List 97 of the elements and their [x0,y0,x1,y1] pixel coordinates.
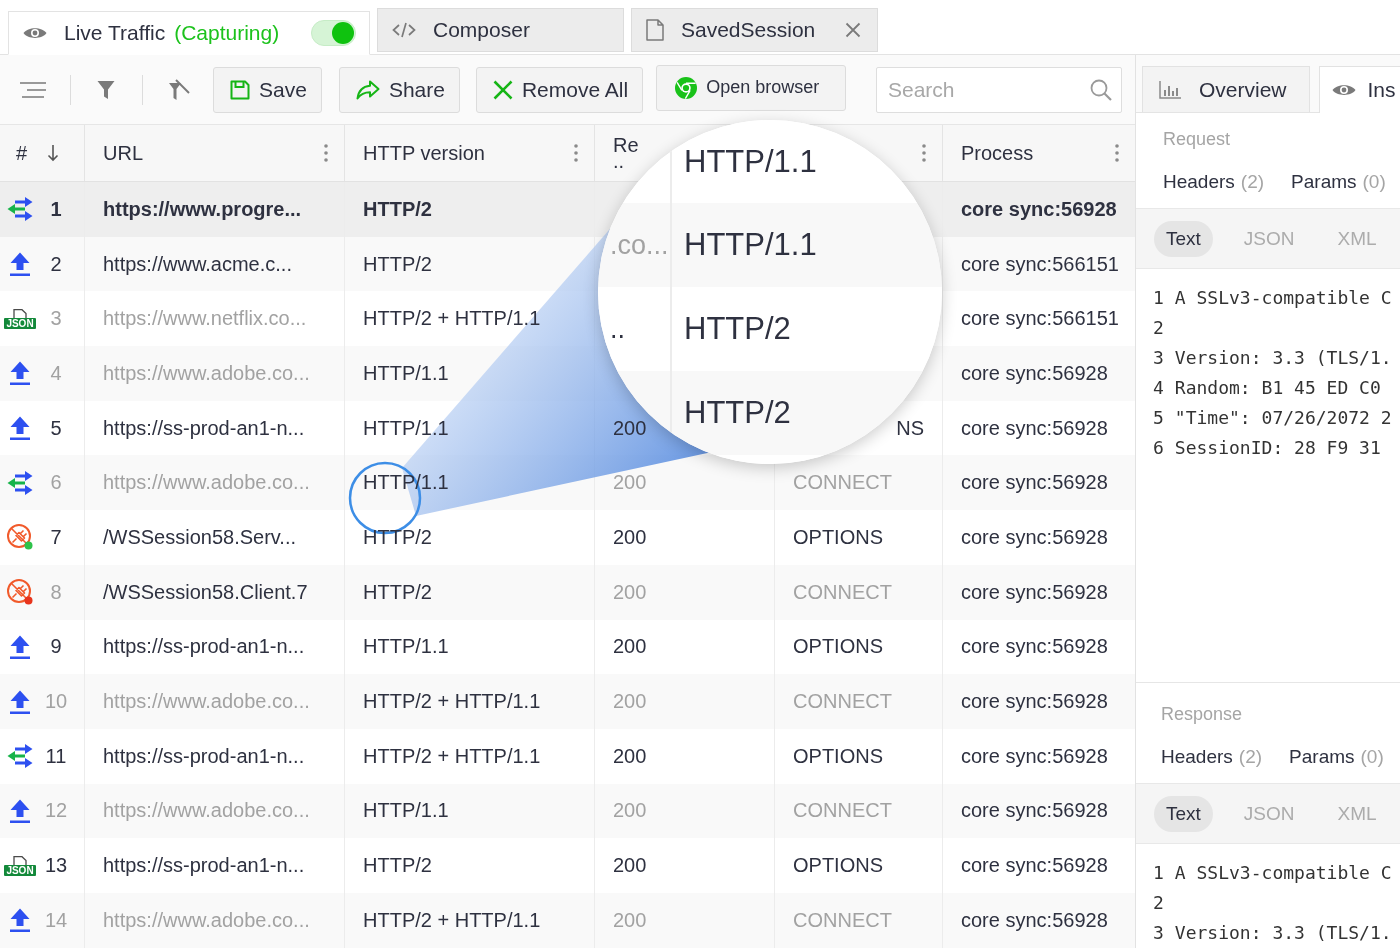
table-cell: HTTP/1.1 [363,799,449,823]
section-title: Request [1163,128,1232,151]
table-cell: https://ss-prod-an1-n... [103,416,305,440]
table-cell: CONNECT [793,471,892,495]
row-number: 1 [49,197,63,221]
table-cell: HTTP/2 [363,854,432,878]
row-number: 9 [49,635,63,659]
row-number: 10 [43,690,69,714]
table-cell: https://www.progre... [103,197,302,221]
row-number: 14 [43,908,69,932]
table-cell: 200 [613,525,647,549]
table-cell: HTTP/2 + HTTP/1.1 [363,690,541,714]
table-cell: core sync:56928 [961,744,1108,768]
table-cell: core sync:56928 [961,361,1108,385]
table-cell: core sync:56928 [961,854,1108,878]
section-title: Response [1161,703,1244,726]
table-cell: OPTIONS [793,854,883,878]
table-cell: 200 [613,799,647,823]
table-cell: https://ss-prod-an1-n... [103,854,305,878]
code-text: Version: 3.3 (TLS/1. [1174,921,1392,945]
row-number: 8 [49,580,63,604]
table-cell: https://www.adobe.co... [103,799,310,823]
table-cell: core sync:566151 [961,307,1119,331]
table-cell: https://www.adobe.co... [103,908,310,932]
table-cell: 200 [613,908,647,932]
code-text: "Time": 07/26/2072 2 [1174,406,1392,430]
table-cell: NS [896,416,924,440]
table-cell: HTTP/2 [363,197,432,221]
table-cell: 200 [613,580,647,604]
code-text: A SSLv3-compatible C [1174,286,1392,310]
table-cell: https://www.adobe.co... [103,361,310,385]
table-cell: core sync:56928 [961,197,1117,221]
table-cell: /WSSession58.Client.7 [103,580,308,604]
table-cell: HTTP/1.1 [363,416,449,440]
table-cell: 200 [613,471,647,495]
table-cell: OPTIONS [793,525,883,549]
table-cell: 200 [613,416,647,440]
magnified-text: HTTP/2 [684,311,791,347]
table-cell: CONNECT [793,908,892,932]
table-cell: core sync:56928 [961,416,1108,440]
table-cell: https://www.adobe.co... [103,471,310,495]
table-cell: CONNECT [793,690,892,714]
table-cell: OPTIONS [793,744,883,768]
line-number: 2 [1153,316,1164,340]
table-cell: HTTP/2 + HTTP/1.1 [363,307,541,331]
line-number: 4 [1153,376,1164,400]
table-cell: core sync:56928 [961,580,1108,604]
table-cell: 200 [613,690,647,714]
line-number: 6 [1153,436,1164,460]
row-number: 4 [49,361,63,385]
table-cell: core sync:56928 [961,690,1108,714]
line-number: 5 [1153,406,1164,430]
row-number: 13 [43,854,69,878]
table-cell: HTTP/2 [363,525,432,549]
code-text: A SSLv3-compatible C [1174,861,1392,885]
table-cell: HTTP/1.1 [363,361,449,385]
table-cell: core sync:56928 [961,908,1108,932]
line-number: 3 [1153,921,1164,945]
table-cell: 200 [613,744,647,768]
row-number: 3 [49,307,63,331]
table-cell: 200 [613,854,647,878]
row-number: 7 [49,525,63,549]
table-cell: HTTP/2 [363,252,432,276]
table-cell: core sync:56928 [961,471,1108,495]
table-cell: https://www.adobe.co... [103,690,310,714]
table-cell: https://www.netflix.co... [103,307,307,331]
table-cell: OPTIONS [793,635,883,659]
table-cell: 200 [613,635,647,659]
code-text: Random: B1 45 ED C0 [1174,376,1381,400]
row-number: 6 [49,471,63,495]
row-number: 11 [44,744,68,768]
line-number: 2 [1153,891,1164,915]
line-number: 1 [1153,286,1164,310]
line-number: 1 [1153,861,1164,885]
row-number: 12 [43,799,69,823]
table-cell: /WSSession58.Serv... [103,525,297,549]
table-cell: https://ss-prod-an1-n... [103,635,305,659]
line-number: 3 [1153,346,1164,370]
table-cell: core sync:566151 [961,252,1119,276]
table-cell: HTTP/2 + HTTP/1.1 [363,908,541,932]
code-text: SessionID: 28 F9 31 [1174,436,1381,460]
table-cell: core sync:56928 [961,635,1108,659]
table-cell: CONNECT [793,580,892,604]
table-cell: core sync:56928 [961,525,1108,549]
table-cell: core sync:56928 [961,799,1108,823]
row-number: 2 [49,252,63,276]
magnified-text: HTTP/2 [684,395,791,431]
table-cell: CONNECT [793,799,892,823]
table-cell: HTTP/2 [363,580,432,604]
row-number: 5 [49,416,63,440]
table-cell: https://ss-prod-an1-n... [103,744,305,768]
code-text: Version: 3.3 (TLS/1. [1174,346,1392,370]
table-cell: https://www.acme.c... [103,252,292,276]
magnified-text: HTTP/1.1 [684,143,817,180]
table-cell: HTTP/2 + HTTP/1.1 [363,744,541,768]
table-cell: HTTP/1.1 [363,635,449,659]
magnified-text: .. [610,313,625,345]
